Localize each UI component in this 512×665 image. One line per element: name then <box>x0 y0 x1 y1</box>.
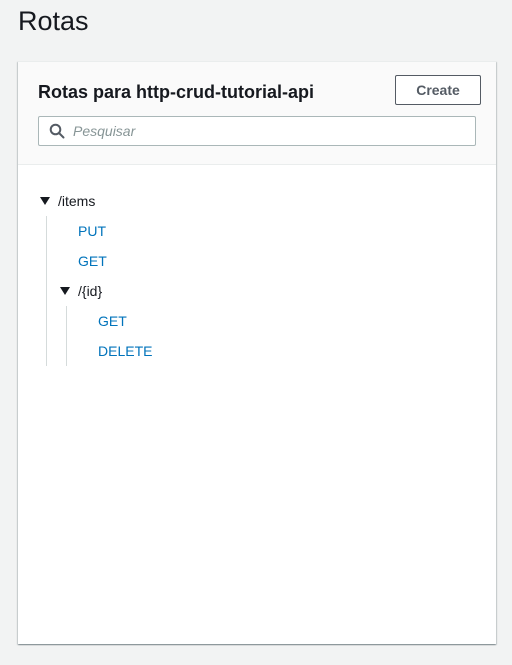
method-link-get[interactable]: GET <box>98 313 127 329</box>
resource-path-id[interactable]: /{id} <box>78 280 102 302</box>
panel-heading: Rotas para http-crud-tutorial-api <box>38 82 315 102</box>
caret-down-icon[interactable] <box>60 287 70 295</box>
tree-guide-line <box>66 306 67 366</box>
page-title: Rotas <box>18 6 89 36</box>
panel-header: Rotas para http-crud-tutorial-api Create <box>18 62 496 165</box>
tree-node-method[interactable]: GET <box>78 250 107 272</box>
tree-guide-line <box>46 216 47 366</box>
caret-down-icon[interactable] <box>40 197 50 205</box>
method-link-get[interactable]: GET <box>78 253 107 269</box>
routes-panel: Rotas para http-crud-tutorial-api Create… <box>18 61 496 644</box>
search-box[interactable] <box>38 116 476 146</box>
tree-node-method[interactable]: PUT <box>78 220 106 242</box>
create-button[interactable]: Create <box>395 75 481 105</box>
method-link-delete[interactable]: DELETE <box>98 343 152 359</box>
search-input[interactable] <box>73 117 469 145</box>
tree-node-method[interactable]: GET <box>98 310 127 332</box>
search-icon <box>49 123 65 139</box>
resource-path-items[interactable]: /items <box>58 190 95 212</box>
method-link-put[interactable]: PUT <box>78 223 106 239</box>
tree-node-method[interactable]: DELETE <box>98 340 152 362</box>
